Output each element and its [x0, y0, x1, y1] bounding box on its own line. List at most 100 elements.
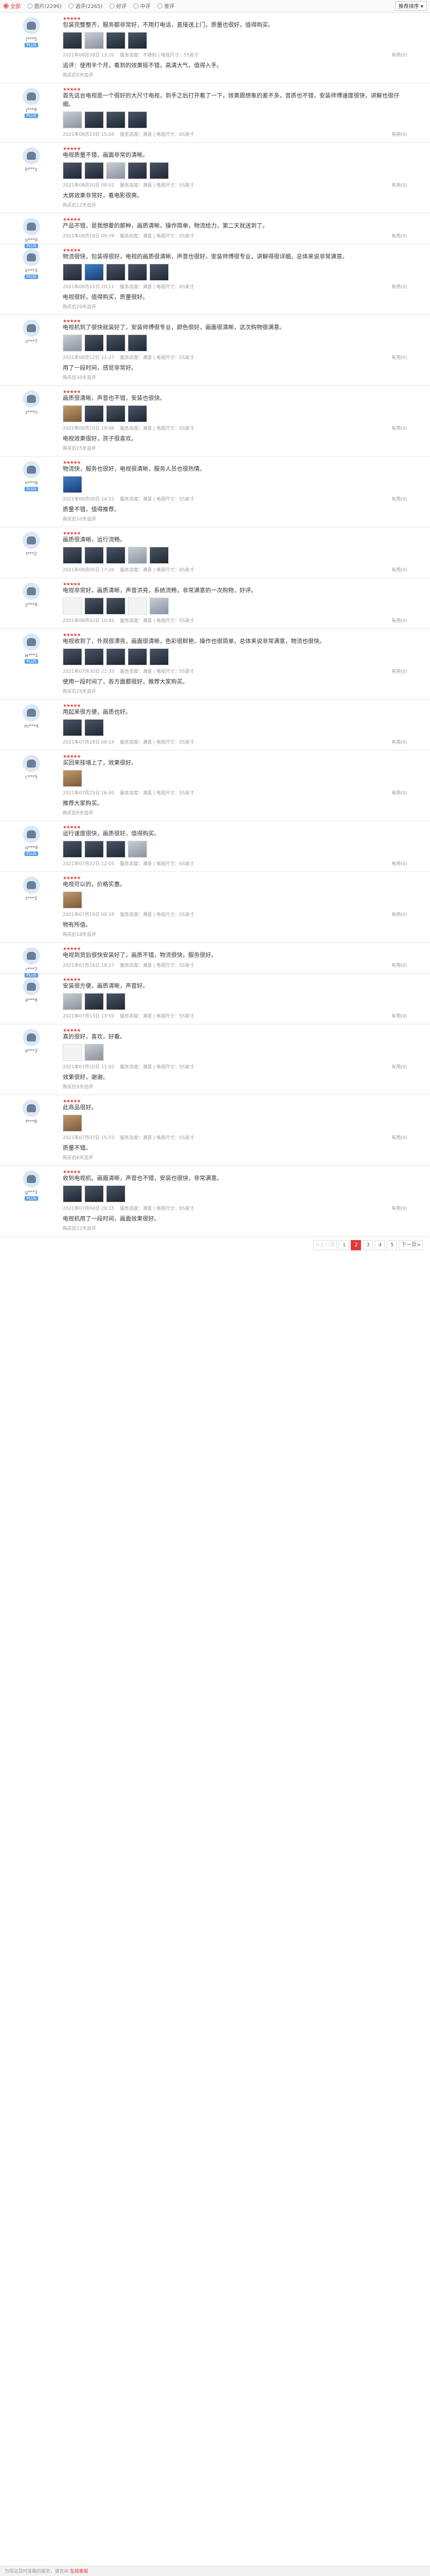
avatar[interactable] — [23, 583, 40, 600]
avatar[interactable] — [23, 147, 40, 164]
review-photo[interactable] — [63, 111, 82, 128]
review-photo[interactable] — [106, 547, 125, 564]
review-photo[interactable] — [63, 405, 82, 422]
like-button[interactable]: 有用(0) — [392, 425, 407, 431]
review-photo[interactable] — [84, 547, 104, 564]
avatar[interactable] — [23, 704, 40, 721]
avatar[interactable] — [23, 877, 40, 894]
filter-option[interactable]: 图片(2296) — [27, 2, 62, 10]
avatar[interactable] — [23, 88, 40, 105]
like-button[interactable]: 有用(0) — [392, 354, 407, 361]
like-button[interactable]: 有用(0) — [392, 617, 407, 624]
footer-link[interactable]: 在线客服 — [70, 2569, 88, 2574]
filter-option[interactable]: 中评 — [133, 2, 151, 10]
avatar[interactable] — [23, 17, 40, 34]
review-photo[interactable] — [63, 1185, 82, 1202]
avatar[interactable] — [23, 947, 40, 964]
like-button[interactable]: 有用(0) — [392, 567, 407, 573]
review-photo[interactable] — [84, 264, 104, 281]
review-photo[interactable] — [128, 334, 147, 352]
review-photo[interactable] — [63, 597, 82, 615]
review-photo[interactable] — [106, 111, 125, 128]
like-button[interactable]: 有用(0) — [392, 668, 407, 675]
review-photo[interactable] — [106, 405, 125, 422]
like-button[interactable]: 有用(0) — [392, 284, 407, 290]
avatar[interactable] — [23, 826, 40, 843]
avatar[interactable] — [23, 755, 40, 772]
review-photo[interactable] — [149, 264, 169, 281]
review-photo[interactable] — [63, 162, 82, 179]
review-photo[interactable] — [106, 993, 125, 1010]
review-photo[interactable] — [63, 841, 82, 858]
avatar[interactable] — [23, 320, 40, 337]
like-button[interactable]: 有用(0) — [392, 861, 407, 867]
review-photo[interactable] — [106, 1185, 125, 1202]
review-photo[interactable] — [106, 597, 125, 615]
review-photo[interactable] — [63, 719, 82, 736]
review-photo[interactable] — [63, 891, 82, 909]
filter-option[interactable]: 全部 — [3, 2, 21, 10]
like-button[interactable]: 有用(0) — [392, 1205, 407, 1212]
filter-option[interactable]: 好评 — [109, 2, 127, 10]
review-photo[interactable] — [84, 719, 104, 736]
review-photo[interactable] — [84, 162, 104, 179]
review-photo[interactable] — [84, 405, 104, 422]
avatar[interactable] — [23, 390, 40, 407]
page-button[interactable]: 4 — [375, 1240, 386, 1250]
review-photo[interactable] — [84, 841, 104, 858]
review-photo[interactable] — [63, 264, 82, 281]
review-photo[interactable] — [63, 648, 82, 665]
avatar[interactable] — [23, 532, 40, 549]
review-photo[interactable] — [149, 648, 169, 665]
review-photo[interactable] — [84, 32, 104, 49]
review-photo[interactable] — [106, 32, 125, 49]
sort-select[interactable]: 推荐排序 ▾ — [395, 1, 427, 11]
review-photo[interactable] — [149, 547, 169, 564]
review-photo[interactable] — [84, 648, 104, 665]
review-photo[interactable] — [63, 476, 82, 493]
like-button[interactable]: 有用(0) — [392, 790, 407, 796]
avatar[interactable] — [23, 249, 40, 266]
review-photo[interactable] — [63, 334, 82, 352]
review-photo[interactable] — [84, 111, 104, 128]
review-photo[interactable] — [128, 162, 147, 179]
review-photo[interactable] — [128, 32, 147, 49]
review-photo[interactable] — [128, 547, 147, 564]
like-button[interactable]: 有用(0) — [392, 233, 407, 239]
review-photo[interactable] — [128, 405, 147, 422]
review-photo[interactable] — [149, 597, 169, 615]
review-photo[interactable] — [84, 597, 104, 615]
filter-option[interactable]: 追评(2265) — [68, 2, 103, 10]
review-photo[interactable] — [128, 597, 147, 615]
like-button[interactable]: 有用(0) — [392, 1013, 407, 1019]
review-photo[interactable] — [63, 1115, 82, 1132]
avatar[interactable] — [23, 1029, 40, 1046]
review-photo[interactable] — [128, 648, 147, 665]
review-photo[interactable] — [84, 1044, 104, 1061]
like-button[interactable]: 有用(0) — [392, 182, 407, 188]
review-photo[interactable] — [128, 841, 147, 858]
review-photo[interactable] — [128, 264, 147, 281]
review-photo[interactable] — [84, 334, 104, 352]
avatar[interactable] — [23, 978, 40, 995]
like-button[interactable]: 有用(0) — [392, 911, 407, 918]
review-photo[interactable] — [63, 993, 82, 1010]
avatar[interactable] — [23, 218, 40, 235]
review-photo[interactable] — [106, 264, 125, 281]
review-photo[interactable] — [128, 111, 147, 128]
next-page-button[interactable]: 下一页> — [399, 1240, 423, 1250]
avatar[interactable] — [23, 1100, 40, 1117]
prev-page-button[interactable]: <上一页 — [313, 1240, 338, 1250]
avatar[interactable] — [23, 633, 40, 651]
review-photo[interactable] — [84, 1185, 104, 1202]
review-photo[interactable] — [106, 648, 125, 665]
page-button[interactable]: 2 — [351, 1240, 362, 1250]
avatar[interactable] — [23, 1170, 40, 1188]
review-photo[interactable] — [63, 1044, 82, 1061]
like-button[interactable]: 有用(0) — [392, 739, 407, 745]
like-button[interactable]: 有用(0) — [392, 1134, 407, 1141]
page-button[interactable]: 1 — [339, 1240, 350, 1250]
like-button[interactable]: 有用(0) — [392, 131, 407, 138]
review-photo[interactable] — [149, 162, 169, 179]
review-photo[interactable] — [84, 993, 104, 1010]
